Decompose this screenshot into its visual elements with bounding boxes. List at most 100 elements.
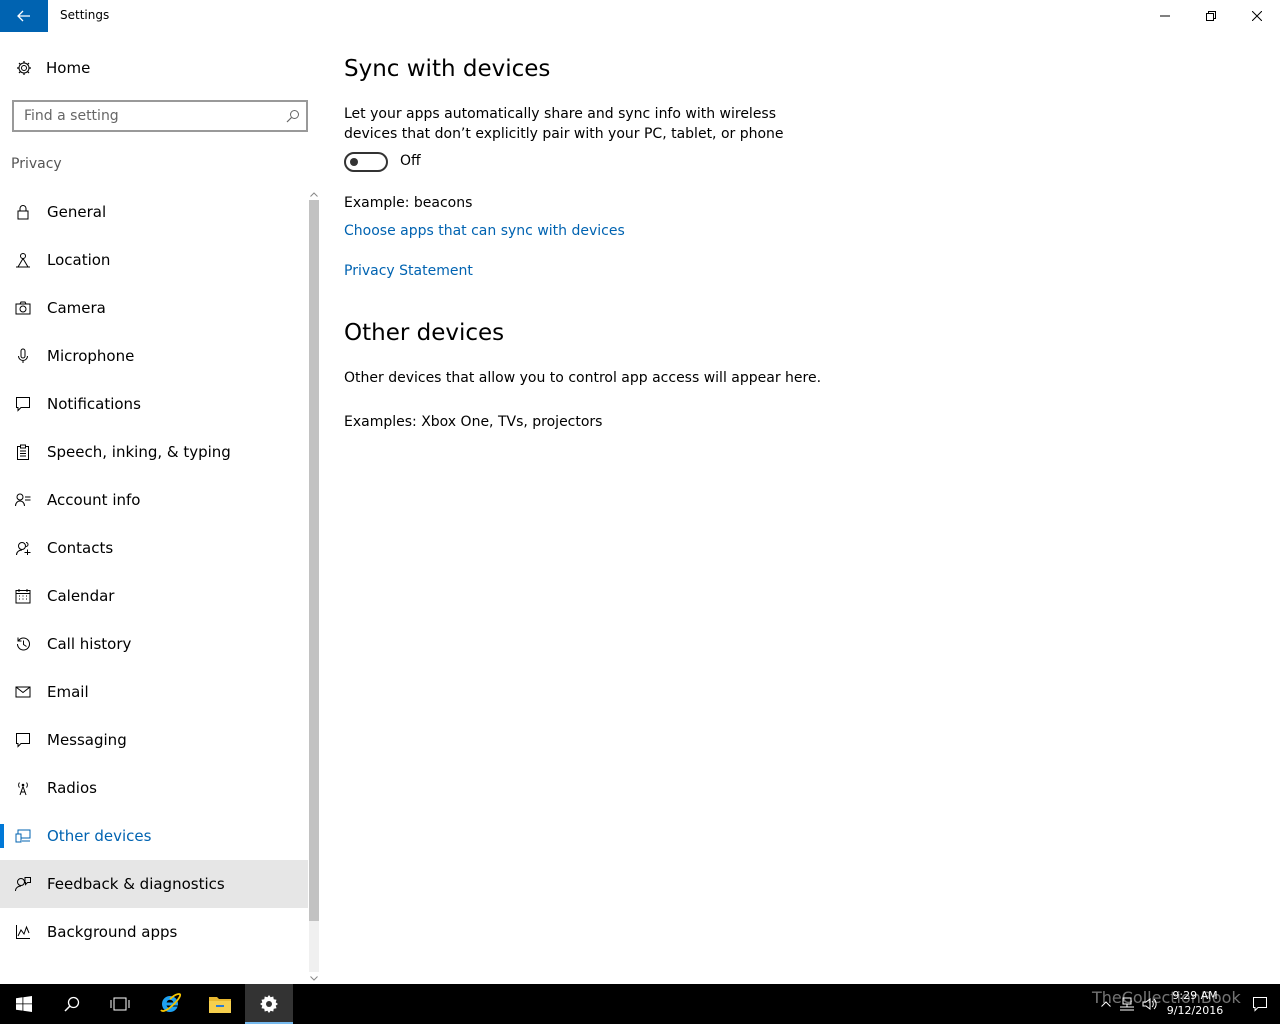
sidebar-item-label: Messaging xyxy=(47,731,127,749)
calendar-icon xyxy=(0,588,47,604)
restore-button[interactable] xyxy=(1188,0,1234,32)
folder-icon xyxy=(209,997,231,1013)
taskbar-clock[interactable]: 9:29 AM 9/12/2016 xyxy=(1152,988,1238,1018)
search-icon xyxy=(64,996,80,1012)
task-view-icon xyxy=(110,997,130,1011)
sync-heading: Sync with devices xyxy=(344,56,551,82)
start-button[interactable] xyxy=(0,984,48,1024)
lock-icon xyxy=(0,204,47,220)
sidebar-item-label: Notifications xyxy=(47,395,141,413)
sync-description-line-2: devices that don’t explicitly pair with … xyxy=(344,126,784,142)
sidebar-item-label: Speech, inking, & typing xyxy=(47,443,231,461)
gear-icon xyxy=(0,60,46,76)
sidebar-item-label: Contacts xyxy=(47,539,114,557)
sidebar-item-background-apps[interactable]: Background apps xyxy=(0,908,308,956)
search-input[interactable] xyxy=(24,106,274,126)
sidebar-item-notifications[interactable]: Notifications xyxy=(0,380,308,428)
action-center-button[interactable] xyxy=(1240,984,1280,1024)
scroll-down-button[interactable] xyxy=(308,972,320,984)
feedback-icon xyxy=(0,876,47,892)
gear-icon xyxy=(260,995,278,1013)
taskbar: TheCollectionBook 9:29 AM 9/12/2016 xyxy=(0,984,1280,1024)
sidebar-item-general[interactable]: General xyxy=(0,188,308,236)
sidebar-item-label: Feedback & diagnostics xyxy=(47,875,225,893)
sidebar-item-label: Background apps xyxy=(47,923,178,941)
close-button[interactable] xyxy=(1234,0,1280,32)
example-text: Example: beacons xyxy=(344,195,473,211)
restore-icon xyxy=(1206,11,1216,21)
action-center-icon xyxy=(1253,997,1267,1012)
other-devices-description: Other devices that allow you to control … xyxy=(344,370,822,386)
other-devices-heading: Other devices xyxy=(344,320,505,346)
sidebar-item-microphone[interactable]: Microphone xyxy=(0,332,308,380)
search-box[interactable] xyxy=(12,100,308,132)
back-arrow-icon xyxy=(17,10,30,22)
sidebar-item-label: Other devices xyxy=(47,827,152,845)
show-hidden-icons-button[interactable] xyxy=(1096,984,1116,1024)
sync-toggle-switch[interactable] xyxy=(344,152,388,172)
windows-logo-icon xyxy=(16,996,32,1012)
sidebar-item-label: Radios xyxy=(47,779,97,797)
choose-apps-link[interactable]: Choose apps that can sync with devices xyxy=(344,221,625,241)
contacts-icon xyxy=(0,540,47,556)
toggle-knob xyxy=(350,158,358,166)
chevron-up-icon xyxy=(1101,1001,1111,1007)
sidebar-item-account-info[interactable]: Account info xyxy=(0,476,308,524)
back-button[interactable] xyxy=(0,0,48,32)
task-view-button[interactable] xyxy=(96,984,144,1024)
chevron-up-icon xyxy=(310,191,318,197)
privacy-statement-link[interactable]: Privacy Statement xyxy=(344,261,473,281)
main-content: Sync with devices Let your apps automati… xyxy=(344,32,1244,984)
toggle-state-label: Off xyxy=(400,153,421,169)
sidebar-item-email[interactable]: Email xyxy=(0,668,308,716)
sidebar-item-messaging[interactable]: Messaging xyxy=(0,716,308,764)
sidebar: Home Privacy General Location xyxy=(0,32,320,984)
internet-explorer-button[interactable] xyxy=(146,984,194,1024)
minimize-button[interactable] xyxy=(1142,0,1188,32)
clock-date: 9/12/2016 xyxy=(1166,1004,1224,1017)
sidebar-item-camera[interactable]: Camera xyxy=(0,284,308,332)
sidebar-item-call-history[interactable]: Call history xyxy=(0,620,308,668)
home-label: Home xyxy=(46,59,91,77)
chart-icon xyxy=(0,924,47,940)
camera-icon xyxy=(0,300,47,316)
clock-time: 9:29 AM xyxy=(1172,989,1218,1002)
search-taskbar-button[interactable] xyxy=(48,984,96,1024)
sidebar-item-label: Camera xyxy=(47,299,106,317)
sidebar-item-calendar[interactable]: Calendar xyxy=(0,572,308,620)
home-nav-item[interactable]: Home xyxy=(0,44,308,92)
sidebar-item-feedback[interactable]: Feedback & diagnostics xyxy=(0,860,308,908)
sidebar-item-label: Account info xyxy=(47,491,141,509)
sidebar-item-speech[interactable]: Speech, inking, & typing xyxy=(0,428,308,476)
devices-icon xyxy=(0,828,47,844)
network-button[interactable] xyxy=(1116,984,1138,1024)
chevron-down-icon xyxy=(310,975,318,981)
sidebar-item-contacts[interactable]: Contacts xyxy=(0,524,308,572)
microphone-icon xyxy=(0,348,47,364)
sync-description-line-1: Let your apps automatically share and sy… xyxy=(344,106,777,122)
radio-tower-icon xyxy=(0,780,47,796)
location-icon xyxy=(0,252,47,268)
clipboard-icon xyxy=(0,444,47,460)
title-bar: Settings xyxy=(0,0,1280,32)
sidebar-item-label: Microphone xyxy=(47,347,135,365)
email-icon xyxy=(0,684,47,700)
minimize-icon xyxy=(1160,15,1170,17)
file-explorer-button[interactable] xyxy=(196,984,244,1024)
sidebar-item-other-devices[interactable]: Other devices xyxy=(0,812,308,860)
search-icon[interactable] xyxy=(286,108,300,127)
scroll-thumb[interactable] xyxy=(309,200,319,921)
network-icon xyxy=(1120,997,1134,1011)
sidebar-item-label: Calendar xyxy=(47,587,115,605)
scroll-up-button[interactable] xyxy=(308,188,320,200)
messaging-icon xyxy=(0,732,47,748)
sidebar-item-radios[interactable]: Radios xyxy=(0,764,308,812)
sidebar-scrollbar[interactable] xyxy=(308,188,320,984)
other-devices-examples: Examples: Xbox One, TVs, projectors xyxy=(344,414,603,430)
settings-taskbar-button[interactable] xyxy=(245,984,293,1024)
sidebar-item-location[interactable]: Location xyxy=(0,236,308,284)
privacy-nav-list: General Location Camera Microphone Notif… xyxy=(0,188,308,956)
internet-explorer-icon xyxy=(160,993,182,1012)
window-title: Settings xyxy=(60,8,110,22)
account-icon xyxy=(0,492,47,508)
